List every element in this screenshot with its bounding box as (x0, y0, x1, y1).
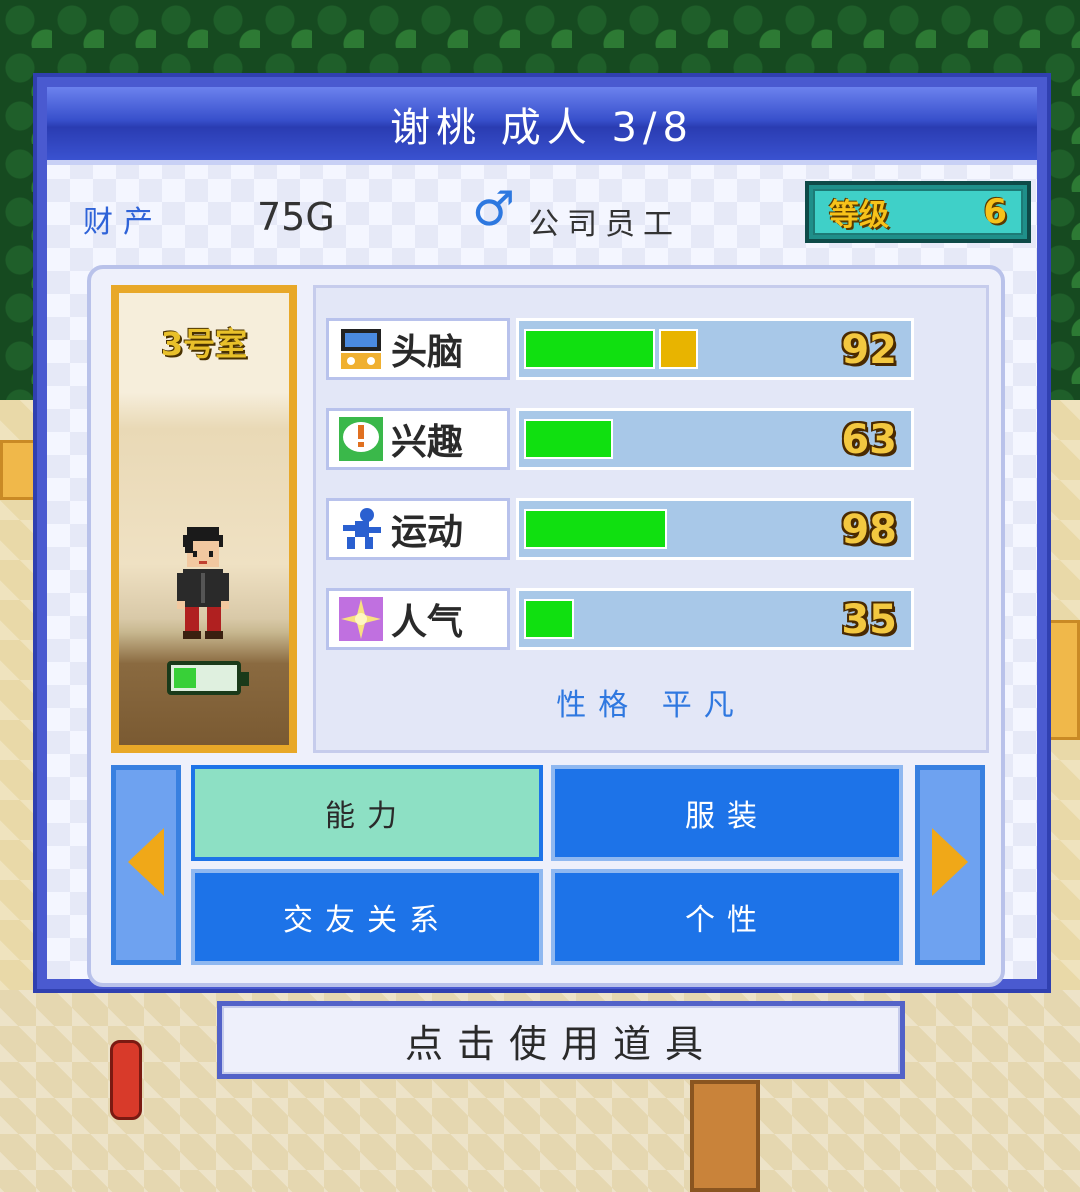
sparkle-icon (335, 593, 387, 645)
stat-label: 兴趣 (391, 422, 464, 463)
stat-value: 98 (841, 507, 897, 553)
stat-value: 92 (841, 327, 897, 373)
stat-label: 人气 (391, 602, 464, 643)
stat-bar-fill (524, 419, 613, 459)
panel-body: 谢桃 成人 3/8 财产 75G ♂ 公司员工 等级 6 3号室 头脑 92 兴… (47, 87, 1037, 987)
previous-employee-button[interactable] (111, 765, 181, 965)
stat-label-box: 人气 (326, 588, 510, 650)
stat-bar: 92 (516, 318, 914, 380)
male-gender-icon: ♂ (472, 181, 516, 237)
stat-label: 头脑 (391, 332, 464, 373)
tab-clothing[interactable]: 服装 (551, 765, 903, 861)
personality-text: 性格 平凡 (556, 688, 746, 723)
stat-label: 运动 (391, 512, 464, 553)
tab-ability[interactable]: 能力 (191, 765, 543, 861)
brain-icon (335, 323, 387, 375)
stat-row-popularity: 人气 35 (326, 588, 916, 650)
level-badge: 等级 6 (805, 181, 1031, 243)
level-value: 6 (983, 192, 1007, 232)
stat-bar-fill (524, 509, 667, 549)
employee-detail-panel: 谢桃 成人 3/8 财产 75G ♂ 公司员工 等级 6 3号室 头脑 92 兴… (33, 73, 1051, 993)
job-label: 公司员工 (529, 207, 681, 242)
stamina-battery-icon (167, 661, 249, 695)
stat-row-sports: 运动 98 (326, 498, 916, 560)
stat-bar-bonus (659, 329, 698, 369)
info-row: 财产 75G ♂ 公司员工 等级 6 (47, 177, 1037, 247)
stat-bar: 98 (516, 498, 914, 560)
next-employee-button[interactable] (915, 765, 985, 965)
exclamation-bubble-icon (335, 413, 387, 465)
arrow-left-icon (128, 828, 164, 896)
room-card-inner: 3号室 (119, 293, 289, 745)
stat-label-box: 兴趣 (326, 408, 510, 470)
employee-sprite (177, 527, 229, 639)
stat-bar-fill (524, 329, 655, 369)
door (690, 1080, 760, 1192)
room-name: 3号室 (160, 325, 248, 363)
tab-friendship[interactable]: 交友关系 (191, 869, 543, 965)
title-bar: 谢桃 成人 3/8 (47, 87, 1037, 165)
stat-bar: 63 (516, 408, 914, 470)
tab-personality[interactable]: 个性 (551, 869, 903, 965)
assets-value: 75G (257, 195, 335, 239)
battery-tip (241, 672, 249, 686)
level-badge-inner: 等级 6 (813, 189, 1023, 235)
runner-icon (335, 503, 387, 555)
employee-title: 谢桃 成人 3/8 (390, 104, 694, 151)
room-card: 3号室 (111, 285, 297, 753)
wall-segment (1048, 620, 1080, 740)
stat-value: 35 (841, 597, 897, 643)
use-item-button[interactable]: 点击使用道具 (217, 1001, 905, 1079)
arrow-right-icon (932, 828, 968, 896)
stat-label-box: 头脑 (326, 318, 510, 380)
stat-bar-fill (524, 599, 574, 639)
use-item-label: 点击使用道具 (222, 1006, 900, 1074)
stat-bar: 35 (516, 588, 914, 650)
level-label: 等级 (829, 198, 889, 233)
stamina-level (174, 668, 197, 688)
stats-panel: 头脑 92 兴趣 63 运动 98 人气 35 性格 平凡 (313, 285, 989, 753)
assets-label: 财产 (83, 205, 163, 240)
content-frame: 3号室 头脑 92 兴趣 63 运动 98 人气 35 性格 平凡 能力 服装 … (87, 265, 1005, 987)
stat-value: 63 (841, 417, 897, 463)
fire-extinguisher (110, 1040, 142, 1120)
stat-row-brain: 头脑 92 (326, 318, 916, 380)
stat-label-box: 运动 (326, 498, 510, 560)
stat-row-interest: 兴趣 63 (326, 408, 916, 470)
